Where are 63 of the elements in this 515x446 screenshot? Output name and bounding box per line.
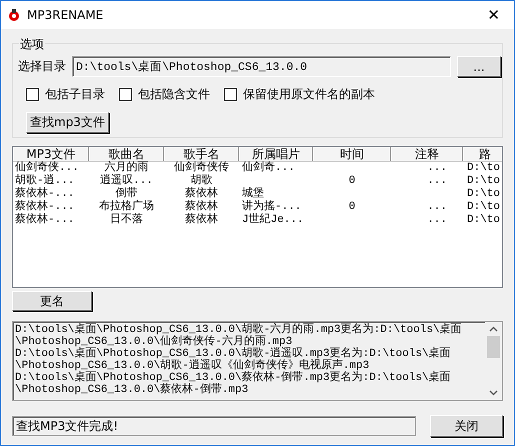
app-icon (7, 8, 21, 22)
table-cell-text: ... (426, 201, 448, 214)
table-cell-text: J世紀Je... (241, 214, 305, 227)
table-cell-text: 日不落 (109, 214, 144, 227)
column-header[interactable]: 所属唱片 (239, 147, 313, 161)
table-cell-text: 蔡依林-... (14, 201, 76, 213)
column-header[interactable]: 时间 (313, 147, 391, 161)
table-cell-text: 仙剑奇侠... (14, 162, 80, 174)
scroll-up-icon[interactable] (489, 326, 498, 332)
table-cell-text: 逍遥叹... (99, 175, 154, 187)
table-cell-text: 布拉格广场 (98, 201, 155, 213)
table-cell-text: D:\to (466, 201, 502, 214)
table-cell-text: 胡歌-逍... (14, 175, 76, 187)
table-cell-text: 蔡依林-... (14, 214, 76, 227)
table-cell-text: 0 (348, 201, 356, 214)
table-cell-text: 蔡依林 (184, 201, 219, 213)
status-field: 查找MP3文件完成! (12, 416, 416, 436)
scroll-down-icon[interactable] (489, 390, 498, 396)
checkbox[interactable] (119, 88, 132, 101)
directory-field[interactable]: D:\tools\桌面\Photoshop_CS6_13.0.0 (72, 56, 451, 77)
close-dialog-button[interactable]: 关闭 (430, 415, 503, 437)
log-line: \Photoshop_CS6_13.0.0\蔡依林-倒带.mp3 (15, 384, 250, 396)
table-cell-text: 城堡 (241, 188, 265, 200)
table-cell-text: ... (426, 175, 448, 188)
table-cell-text: 仙剑奇侠传 (173, 162, 230, 174)
table-cell-text: 六月的雨 (104, 162, 150, 174)
find-button[interactable]: 查找mp3文件 (26, 112, 109, 133)
column-header[interactable]: 路 (463, 147, 502, 161)
log-line: D:\tools\桌面\Photoshop_CS6_13.0.0\胡歌-六月的雨.mp3更名为:D:\tools\桌面 (15, 324, 463, 336)
checkbox-label: 保留使用原文件名的副本 (243, 86, 375, 103)
column-header[interactable]: MP3文件 (13, 147, 89, 161)
checkbox[interactable] (224, 88, 237, 101)
table-cell-text: D:\to (466, 162, 502, 175)
browse-button[interactable]: ... (457, 56, 501, 77)
checkbox-label: 包括隐含文件 (138, 86, 210, 103)
table-cell-text: ... (426, 162, 448, 175)
group-label: 选项 (19, 36, 45, 53)
table-cell-text: 蔡依林 (184, 188, 219, 200)
table-cell-text: 倒带 (114, 188, 138, 200)
column-header[interactable]: 歌曲名 (89, 147, 164, 161)
column-header[interactable]: 注释 (391, 147, 463, 161)
close-button[interactable]: ✕ (481, 6, 506, 24)
table-cell-text: 胡歌 (190, 175, 214, 187)
checkbox[interactable] (26, 88, 39, 101)
table-cell-text: 仙剑奇... (241, 162, 296, 175)
table-cell-text: D:\to (466, 188, 502, 201)
table-cell-text: D:\to (466, 214, 502, 227)
column-header[interactable]: 歌手名 (164, 147, 239, 161)
scroll-thumb[interactable] (487, 336, 500, 358)
table-cell-text: 蔡依林 (184, 214, 219, 227)
table-cell-text: 讲为搖-... (241, 201, 302, 213)
table-cell-text: 蔡依林-... (14, 188, 76, 200)
rename-button[interactable]: 更名 (12, 291, 92, 311)
table-cell-text: 0 (348, 175, 356, 188)
table-cell-text: D:\to (466, 175, 502, 188)
log-line: D:\tools\桌面\Photoshop_CS6_13.0.0\蔡依林-倒带.mp3更名为:D:\tools\桌面 (15, 372, 452, 384)
directory-label: 选择目录 (18, 58, 66, 75)
log-line: \Photoshop_CS6_13.0.0\胡歌-逍遥叹《仙剑奇侠传》电视原声.mp3 (15, 360, 370, 372)
log-line: D:\tools\桌面\Photoshop_CS6_13.0.0\胡歌-逍遥叹.mp3更名为:D:\tools\桌面 (15, 348, 452, 360)
table-cell-text: ... (426, 214, 448, 227)
log-line: \Photoshop_CS6_13.0.0\仙剑奇侠传-六月的雨.mp3 (15, 336, 292, 348)
checkbox-label: 包括子目录 (45, 86, 105, 103)
window-title: MP3RENAME (27, 8, 104, 22)
